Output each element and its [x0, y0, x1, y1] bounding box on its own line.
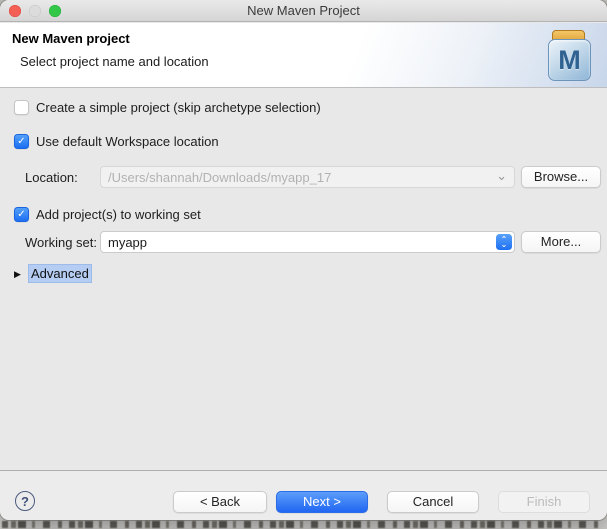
page-subtitle: Select project name and location: [20, 54, 209, 69]
cancel-button[interactable]: Cancel: [387, 491, 479, 513]
default-location-checkbox[interactable]: ✓: [14, 134, 29, 149]
button-bar: ? < Back Next > Cancel Finish: [0, 470, 607, 520]
maven-project-icon: M: [548, 30, 591, 81]
working-set-checkbox[interactable]: ✓: [14, 207, 29, 222]
help-button[interactable]: ?: [15, 491, 35, 511]
popup-stepper-icon[interactable]: ⌃ ⌄: [496, 234, 512, 250]
check-icon: ✓: [17, 102, 25, 113]
default-location-label: Use default Workspace location: [36, 134, 219, 149]
wizard-header: New Maven project Select project name an…: [0, 23, 607, 88]
maven-badge-icon: M: [548, 39, 591, 81]
new-maven-project-dialog: New Maven Project New Maven project Sele…: [0, 0, 607, 520]
traffic-lights: [9, 5, 61, 17]
simple-project-label: Create a simple project (skip archetype …: [36, 100, 321, 115]
minimize-button: [29, 5, 41, 17]
screen: New Maven Project New Maven project Sele…: [0, 0, 607, 529]
page-title: New Maven project: [12, 31, 130, 46]
more-button[interactable]: More...: [521, 231, 601, 253]
working-set-combo[interactable]: ⌃ ⌄: [100, 231, 515, 253]
location-label: Location:: [25, 170, 78, 185]
window-title: New Maven Project: [247, 3, 360, 18]
check-icon: ✓: [17, 209, 26, 220]
working-set-input[interactable]: [108, 232, 490, 252]
maven-letter: M: [558, 44, 581, 75]
location-input: [108, 167, 490, 187]
stepper-down-icon: ⌄: [500, 240, 508, 249]
background-blurred-text: [2, 521, 605, 528]
browse-button[interactable]: Browse...: [521, 166, 601, 188]
simple-project-checkbox[interactable]: ✓: [14, 100, 29, 115]
check-icon: ✓: [17, 136, 26, 147]
close-button[interactable]: [9, 5, 21, 17]
advanced-toggle[interactable]: Advanced: [28, 264, 92, 283]
finish-button[interactable]: Finish: [498, 491, 590, 513]
back-button[interactable]: < Back: [173, 491, 267, 513]
next-button[interactable]: Next >: [276, 491, 368, 513]
location-combo: ⌄: [100, 166, 515, 188]
chevron-down-icon: ⌄: [496, 168, 507, 183]
zoom-button[interactable]: [49, 5, 61, 17]
title-bar: New Maven Project: [0, 0, 607, 22]
working-set-enable-label: Add project(s) to working set: [36, 207, 201, 222]
working-set-label: Working set:: [25, 235, 98, 250]
disclosure-triangle-icon[interactable]: ▶: [14, 269, 21, 280]
